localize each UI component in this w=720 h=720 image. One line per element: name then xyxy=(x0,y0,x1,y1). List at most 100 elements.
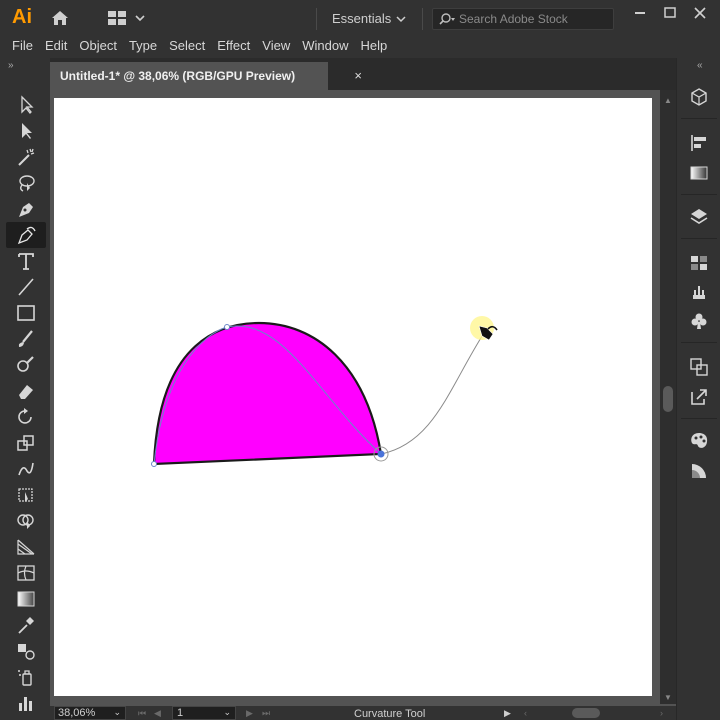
brushes-panel-button[interactable] xyxy=(687,280,711,302)
lasso-tool[interactable] xyxy=(6,170,46,196)
workspace-switcher[interactable]: Essentials xyxy=(324,8,414,30)
menu-select[interactable]: Select xyxy=(163,36,211,58)
scroll-left-icon[interactable]: ‹ xyxy=(524,706,527,720)
rubber-band-preview-curve xyxy=(380,332,485,455)
menu-object[interactable]: Object xyxy=(73,36,123,58)
line-segment-tool[interactable] xyxy=(6,274,46,300)
zoom-level-value: 38,06% xyxy=(58,707,96,719)
close-tab-icon[interactable]: × xyxy=(354,62,362,90)
transform-panel-button[interactable] xyxy=(687,356,711,378)
paintbrush-tool[interactable] xyxy=(6,326,46,352)
status-menu-arrow-icon[interactable]: ▶ xyxy=(504,706,511,720)
layers-icon xyxy=(690,209,708,224)
selection-tool[interactable] xyxy=(6,92,46,118)
symbol-sprayer-tool[interactable] xyxy=(6,664,46,690)
rotate-icon xyxy=(18,408,32,424)
title-bar: Ai Essentials Search Adobe Stock xyxy=(0,0,720,36)
zoom-level-field[interactable]: 38,06% ⌄ xyxy=(54,706,126,720)
previous-artboard-icon[interactable]: ◀ xyxy=(154,706,161,720)
gradient-panel-button[interactable] xyxy=(687,162,711,184)
type-tool[interactable] xyxy=(6,248,46,274)
perspective-grid-tool[interactable] xyxy=(6,534,46,560)
shape-builder-icon xyxy=(17,514,34,529)
shape-builder-tool[interactable] xyxy=(6,508,46,534)
rectangle-tool[interactable] xyxy=(6,300,46,326)
scroll-up-icon[interactable]: ▲ xyxy=(664,96,672,105)
line-icon xyxy=(18,278,34,296)
magic-wand-tool[interactable] xyxy=(6,144,46,170)
minimize-button[interactable] xyxy=(626,4,654,22)
next-artboard-icon[interactable]: ▶ xyxy=(246,706,253,720)
paintbrush-icon xyxy=(18,330,33,347)
tools-panel xyxy=(6,92,46,716)
home-icon xyxy=(52,11,68,25)
vertical-scroll-thumb[interactable] xyxy=(663,386,673,412)
expand-panels-icon[interactable]: « xyxy=(697,60,703,71)
gradient-panel-icon xyxy=(690,166,708,180)
column-graph-tool[interactable] xyxy=(6,690,46,716)
curvature-tool[interactable] xyxy=(6,222,46,248)
canvas[interactable] xyxy=(50,90,666,706)
eyedropper-icon xyxy=(18,617,34,634)
eyedropper-tool[interactable] xyxy=(6,612,46,638)
maximize-icon xyxy=(664,7,676,18)
scroll-down-icon[interactable]: ▼ xyxy=(664,693,672,702)
gradient-icon xyxy=(17,591,35,607)
menu-edit[interactable]: Edit xyxy=(39,36,73,58)
horizontal-scrollbar[interactable]: ‹ › xyxy=(524,706,674,720)
libraries-panel-button[interactable] xyxy=(687,86,711,108)
palette-icon xyxy=(691,433,708,448)
pen-tool[interactable] xyxy=(6,196,46,222)
curvature-pen-icon xyxy=(17,226,36,245)
artboard-number-value: 1 xyxy=(177,707,184,719)
search-adobe-stock-input[interactable]: Search Adobe Stock xyxy=(432,8,614,30)
transparency-panel-button[interactable] xyxy=(687,460,711,482)
swatches-panel-button[interactable] xyxy=(687,252,711,274)
warp-tool[interactable] xyxy=(6,456,46,482)
layers-panel-button[interactable] xyxy=(687,206,711,228)
home-button[interactable] xyxy=(50,8,70,28)
eraser-tool[interactable] xyxy=(6,378,46,404)
eraser-icon xyxy=(19,385,33,399)
free-transform-tool[interactable] xyxy=(6,482,46,508)
close-window-button[interactable] xyxy=(686,4,714,22)
menu-type[interactable]: Type xyxy=(123,36,163,58)
artboard-number-field[interactable]: 1 ⌄ xyxy=(172,706,236,720)
arrange-documents-icon xyxy=(108,11,145,25)
last-artboard-icon[interactable]: ⏭ xyxy=(262,706,270,720)
separator xyxy=(422,8,423,30)
column-graph-icon xyxy=(19,697,32,711)
gradient-tool[interactable] xyxy=(6,586,46,612)
menu-view[interactable]: View xyxy=(256,36,296,58)
direct-selection-tool[interactable] xyxy=(6,118,46,144)
align-panel-button[interactable] xyxy=(687,132,711,154)
menu-file[interactable]: File xyxy=(0,36,39,58)
horizontal-scroll-thumb[interactable] xyxy=(572,708,600,718)
rectangle-icon xyxy=(17,305,35,321)
club-symbol-icon xyxy=(691,313,707,329)
menu-help[interactable]: Help xyxy=(354,36,393,58)
lasso-icon xyxy=(19,175,35,192)
first-artboard-icon[interactable]: ⏮ xyxy=(138,706,146,720)
mesh-tool[interactable] xyxy=(6,560,46,586)
menu-window[interactable]: Window xyxy=(296,36,354,58)
maximize-button[interactable] xyxy=(656,4,684,22)
menu-effect[interactable]: Effect xyxy=(211,36,256,58)
shaper-tool[interactable] xyxy=(6,352,46,378)
artboard[interactable] xyxy=(54,98,652,696)
chevron-down-icon: ⌄ xyxy=(113,707,121,717)
document-tab[interactable]: Untitled-1* @ 38,06% (RGB/GPU Preview) × xyxy=(50,62,362,90)
color-guide-panel-button[interactable] xyxy=(687,430,711,452)
mesh-icon xyxy=(17,565,35,581)
symbols-panel-button[interactable] xyxy=(687,310,711,332)
vertical-scrollbar[interactable]: ▲ ▼ xyxy=(660,90,676,704)
minimize-icon xyxy=(635,12,645,14)
collapse-panel-icon[interactable]: » xyxy=(8,60,14,71)
export-panel-button[interactable] xyxy=(687,386,711,408)
arrange-documents-button[interactable] xyxy=(106,8,150,28)
rotate-tool[interactable] xyxy=(6,404,46,430)
scroll-right-icon[interactable]: › xyxy=(660,706,663,720)
blend-tool[interactable] xyxy=(6,638,46,664)
transform-icon xyxy=(690,358,708,376)
scale-tool[interactable] xyxy=(6,430,46,456)
